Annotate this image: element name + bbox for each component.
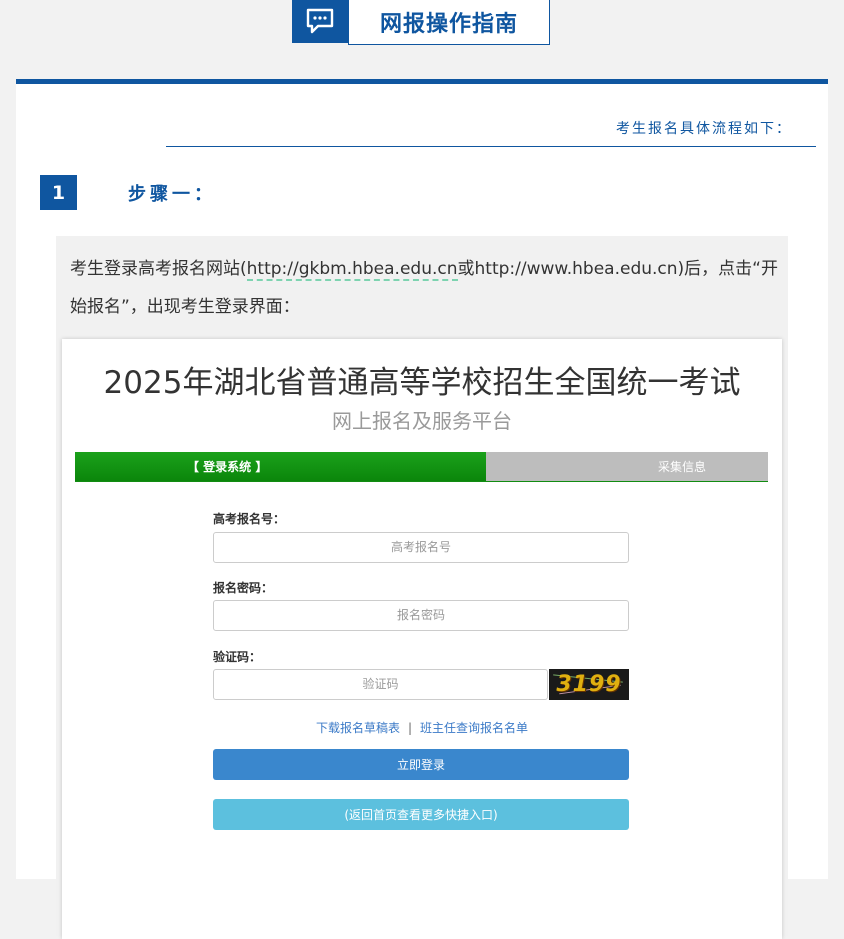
exam-number-label: 高考报名号： (213, 512, 286, 526)
login-button[interactable]: 立即登录 (213, 749, 629, 780)
platform-subtitle: 网上报名及服务平台 (332, 409, 512, 433)
header-icon-box (292, 0, 348, 43)
tab-collect-info[interactable]: 采集信息 (486, 452, 768, 481)
quick-links: 下载报名草稿表 | 班主任查询报名名单 (62, 719, 782, 736)
password-input[interactable]: 报名密码 (213, 600, 629, 631)
password-label: 报名密码： (213, 581, 274, 595)
back-home-button[interactable]: (返回首页查看更多快捷入口) (213, 799, 629, 830)
exam-number-input[interactable]: 高考报名号 (213, 532, 629, 563)
link-separator: | (407, 721, 413, 735)
captcha-label: 验证码： (213, 650, 262, 664)
site-link-hbea: http://www.hbea.edu.cn (474, 259, 678, 279)
tab-login-system[interactable]: 【 登录系统 】 (75, 452, 486, 481)
desc-text-or: 或 (457, 259, 475, 279)
login-tabs: 【 登录系统 】 采集信息 (75, 452, 768, 482)
step-number-badge: 1 (40, 175, 77, 210)
guide-card: 考生报名具体流程如下： 1 步骤一： 考生登录高考报名网站(http://gkb… (16, 79, 828, 939)
captcha-code: 3199 (556, 672, 622, 697)
download-draft-link[interactable]: 下载报名草稿表 (316, 721, 400, 735)
step-content-panel: 考生登录高考报名网站(http://gkbm.hbea.edu.cn或http:… (56, 236, 788, 939)
divider-line (166, 146, 816, 147)
captcha-image[interactable]: 3199 (549, 669, 629, 700)
step-description: 考生登录高考报名网站(http://gkbm.hbea.edu.cn或http:… (70, 250, 782, 326)
site-link-gkbm[interactable]: http://gkbm.hbea.edu.cn (246, 259, 458, 281)
page-title: 网报操作指南 (348, 0, 550, 45)
exam-title: 2025年湖北省普通高等学校招生全国统一考试 (103, 365, 741, 401)
step-title: 步骤一： (128, 184, 216, 205)
speech-bubble-icon (306, 8, 334, 34)
login-screenshot: 2025年湖北省普通高等学校招生全国统一考试 网上报名及服务平台 【 登录系统 … (62, 339, 782, 939)
desc-text-before: 考生登录高考报名网站( (70, 259, 247, 279)
teacher-query-link[interactable]: 班主任查询报名名单 (420, 721, 528, 735)
captcha-input[interactable]: 验证码 (213, 669, 548, 700)
process-intro-text: 考生报名具体流程如下： (616, 121, 792, 137)
